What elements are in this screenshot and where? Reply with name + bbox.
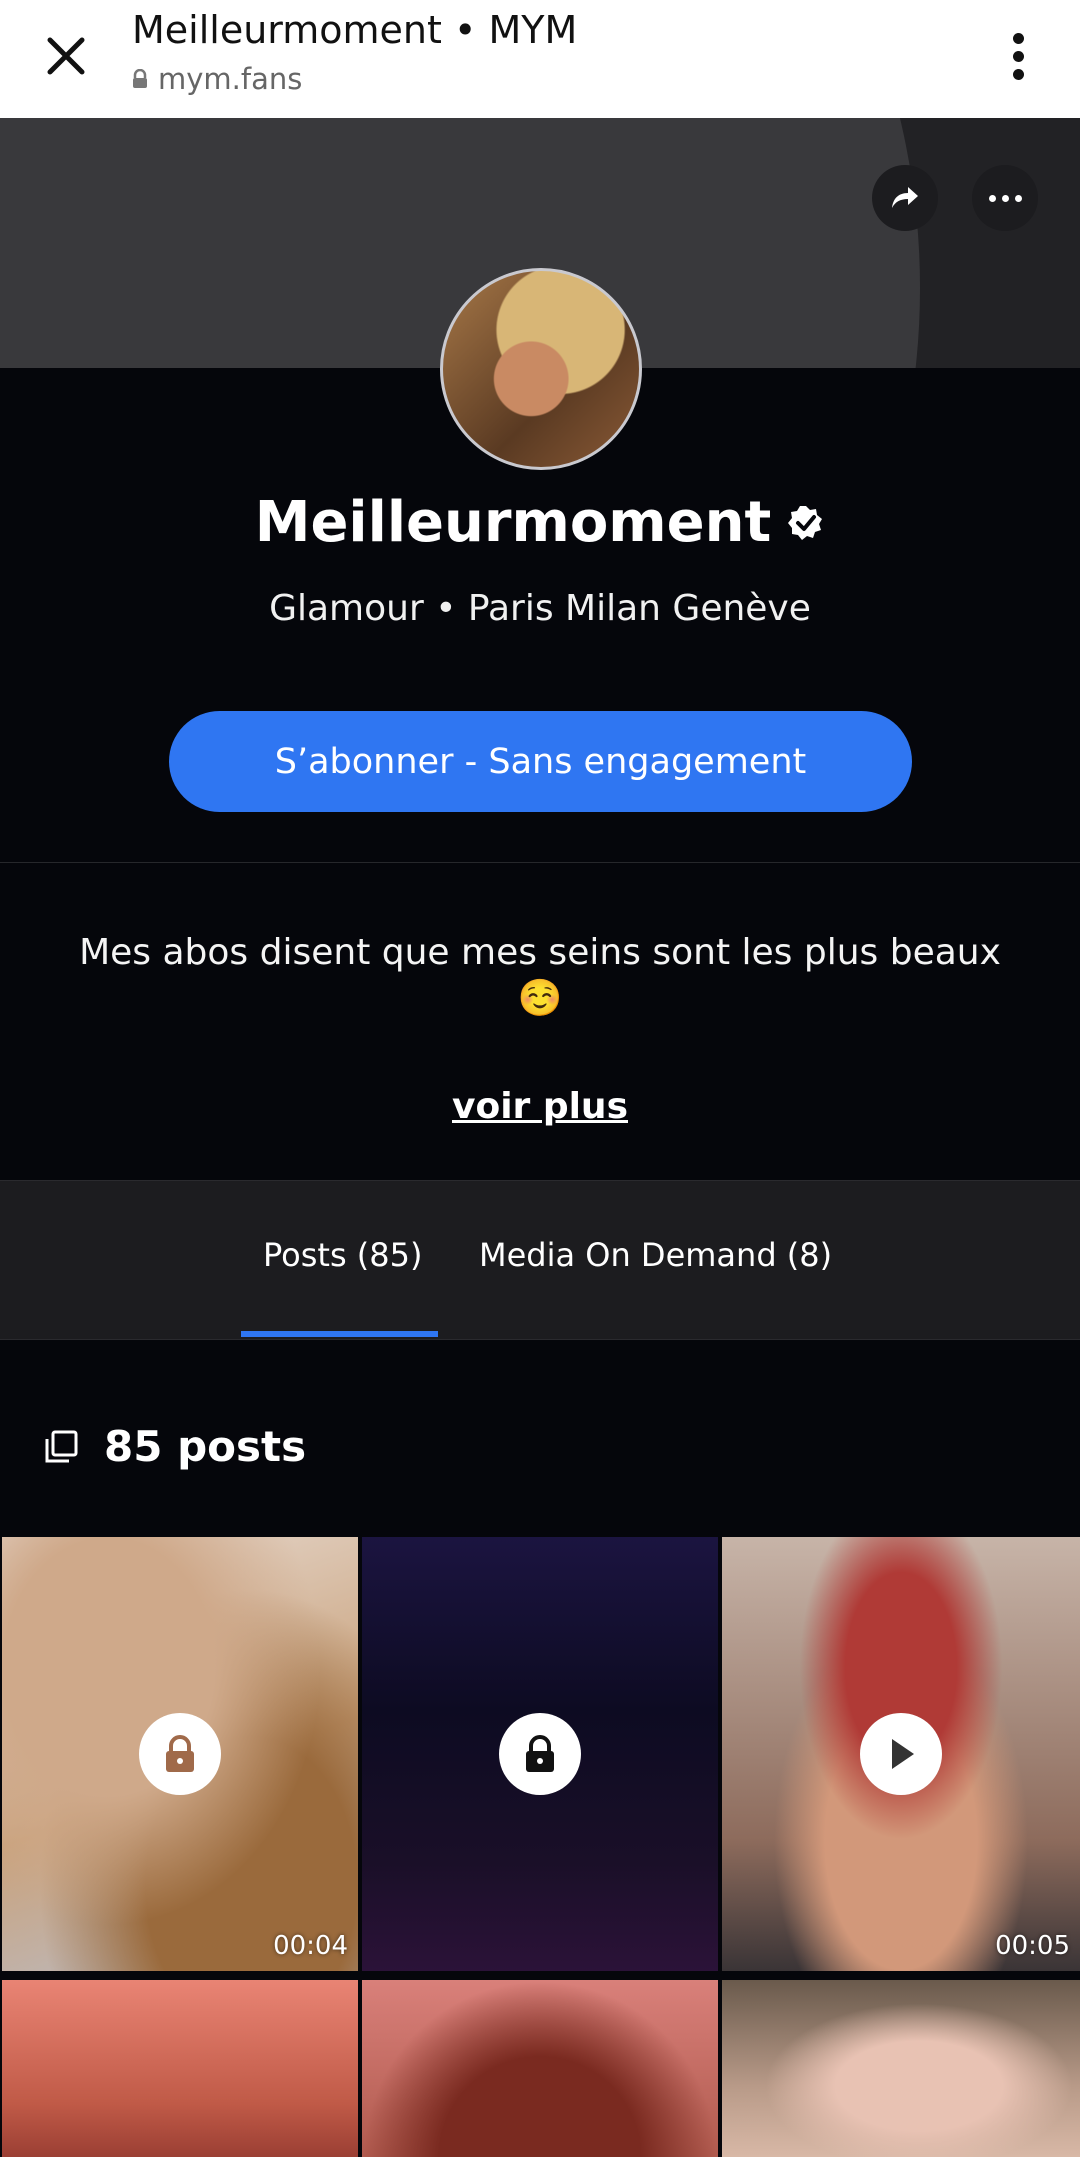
more-dot bbox=[1001, 194, 1009, 202]
browser-top-bar: Meilleurmoment • MYM mym.fans bbox=[0, 0, 1080, 119]
profile-name-row: Meilleurmoment bbox=[0, 490, 1080, 555]
post-thumbnail[interactable] bbox=[362, 1537, 718, 1971]
url-display[interactable]: mym.fans bbox=[132, 62, 302, 96]
more-dot bbox=[1014, 194, 1022, 202]
content-tabs: Posts (85) Media On Demand (8) bbox=[0, 1180, 1080, 1340]
more-dot bbox=[988, 194, 996, 202]
posts-count: 85 posts bbox=[104, 1422, 307, 1471]
post-thumbnail[interactable] bbox=[2, 1980, 358, 2157]
lock-icon bbox=[166, 1735, 194, 1772]
page-title: Meilleurmoment • MYM bbox=[132, 8, 578, 52]
share-icon bbox=[892, 187, 918, 208]
close-icon bbox=[47, 37, 85, 75]
locked-badge bbox=[499, 1713, 581, 1795]
kebab-dot bbox=[1012, 68, 1024, 80]
see-more-link[interactable]: voir plus bbox=[0, 1086, 1080, 1127]
post-thumbnail[interactable]: 00:05 bbox=[722, 1537, 1080, 1971]
close-button[interactable] bbox=[34, 24, 98, 88]
kebab-dot bbox=[1012, 50, 1024, 62]
posts-stack-icon bbox=[45, 1430, 78, 1462]
play-badge bbox=[860, 1713, 942, 1795]
tab-media-on-demand[interactable]: Media On Demand (8) bbox=[479, 1236, 832, 1274]
url-text: mym.fans bbox=[158, 62, 303, 96]
more-options-button[interactable] bbox=[972, 165, 1038, 231]
locked-badge bbox=[139, 1713, 221, 1795]
subscribe-button[interactable]: S’abonner - Sans engagement bbox=[169, 711, 912, 812]
browser-menu-button[interactable] bbox=[990, 24, 1046, 88]
video-duration: 00:05 bbox=[995, 1931, 1070, 1961]
post-thumbnail[interactable] bbox=[362, 1980, 718, 2157]
avatar[interactable] bbox=[440, 268, 642, 470]
profile-bio: Mes abos disent que mes seins sont les p… bbox=[79, 932, 1001, 1019]
lock-icon bbox=[133, 69, 147, 88]
divider bbox=[0, 862, 1080, 863]
profile-tagline: Glamour • Paris Milan Genève bbox=[269, 588, 811, 629]
active-tab-indicator bbox=[241, 1331, 438, 1337]
profile-name: Meilleurmoment bbox=[254, 490, 772, 555]
verified-badge-icon bbox=[788, 505, 823, 540]
kebab-dot bbox=[1012, 32, 1024, 44]
share-button[interactable] bbox=[872, 165, 938, 231]
lock-icon bbox=[526, 1735, 554, 1772]
post-thumbnail[interactable]: 00:04 bbox=[2, 1537, 358, 1971]
post-thumbnail[interactable] bbox=[722, 1980, 1080, 2157]
tab-posts[interactable]: Posts (85) bbox=[263, 1236, 422, 1274]
video-duration: 00:04 bbox=[273, 1931, 348, 1961]
posts-count-row: 85 posts bbox=[44, 1422, 306, 1471]
play-icon bbox=[892, 1739, 914, 1769]
